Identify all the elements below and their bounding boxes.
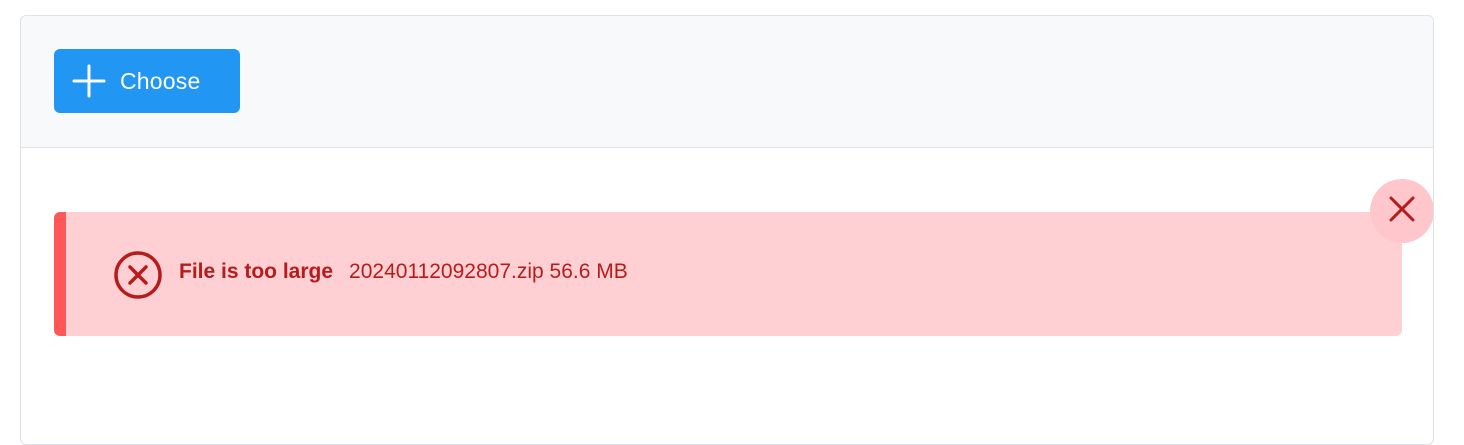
close-message-button[interactable] [1370,179,1433,243]
choose-button[interactable]: Choose [54,49,240,113]
upload-toolbar: Choose [21,16,1433,148]
plus-icon [72,64,106,98]
error-detail: 20240112092807.zip 56.6 MB [349,260,628,283]
times-circle-icon [113,250,163,300]
file-upload: Choose File is too large 20240112092807.z… [20,15,1434,445]
upload-content: File is too large 20240112092807.zip 56.6… [21,148,1433,444]
error-summary: File is too large [179,260,334,283]
close-icon [1387,194,1417,229]
error-message: File is too large 20240112092807.zip 56.6… [54,212,1402,336]
error-message-text: File is too large 20240112092807.zip 56.6… [179,260,628,284]
choose-button-label: Choose [120,67,201,94]
